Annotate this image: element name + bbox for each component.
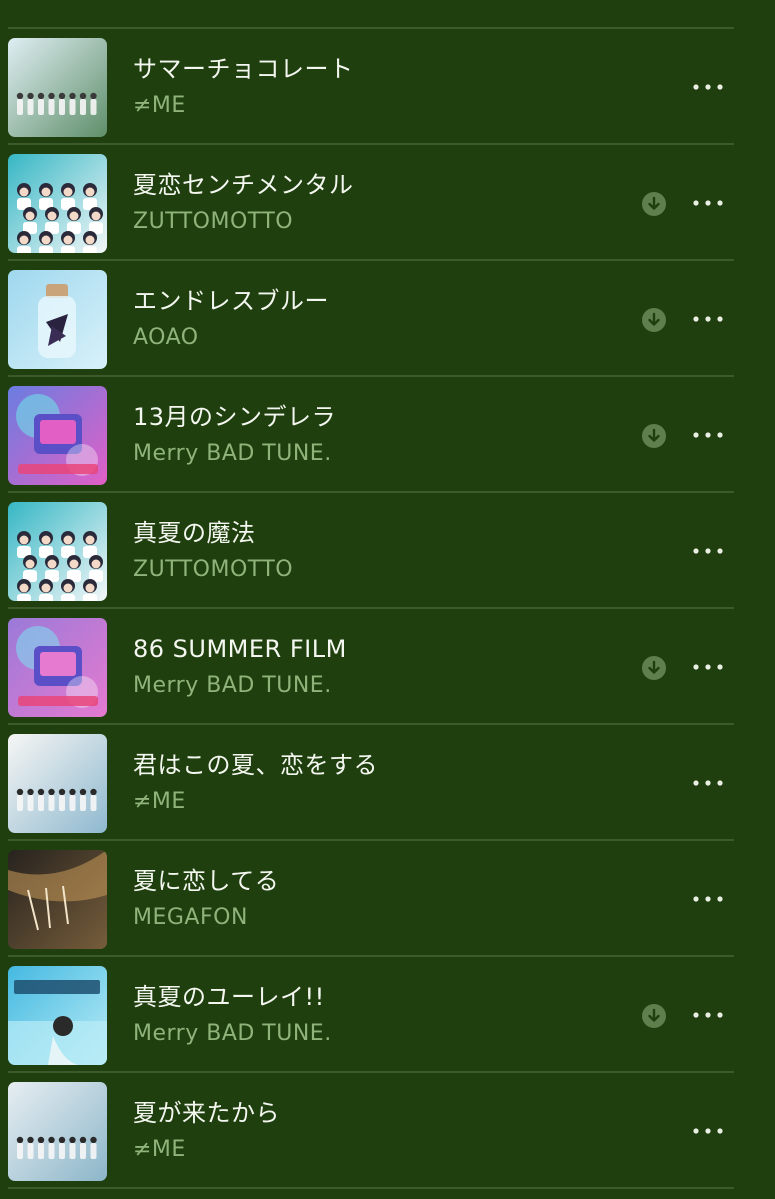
album-artwork — [8, 618, 107, 717]
track-row[interactable]: 真夏のユーレイ!! Merry BAD TUNE. — [0, 956, 775, 1073]
song-artist: Merry BAD TUNE. — [133, 673, 332, 698]
song-title: サマーチョコレート — [133, 55, 354, 83]
song-title: 夏恋センチメンタル — [133, 171, 354, 199]
song-artist: ≠ME — [133, 789, 186, 814]
track-row[interactable]: 13月のシンデレラ Merry BAD TUNE. — [0, 376, 775, 493]
ellipsis-icon[interactable] — [688, 884, 728, 914]
album-artwork-image — [8, 154, 107, 253]
ellipsis-icon[interactable] — [688, 652, 728, 682]
album-artwork — [8, 154, 107, 253]
ellipsis-icon[interactable] — [688, 536, 728, 566]
album-artwork-image — [8, 850, 107, 949]
arrow-down-circle-icon — [642, 656, 666, 680]
song-artist: Merry BAD TUNE. — [133, 1021, 332, 1046]
album-artwork-image — [8, 502, 107, 601]
ellipsis-icon[interactable] — [688, 768, 728, 798]
track-row[interactable]: 夏恋センチメンタル ZUTTOMOTTO — [0, 144, 775, 261]
ellipsis-icon[interactable] — [688, 1000, 728, 1030]
song-artist: ≠ME — [133, 93, 186, 118]
song-artist: ZUTTOMOTTO — [133, 209, 294, 234]
song-title: 13月のシンデレラ — [133, 403, 337, 431]
track-row[interactable]: 君はこの夏、恋をする ≠ME — [0, 724, 775, 841]
song-title: 君はこの夏、恋をする — [133, 751, 378, 779]
song-title: 真夏の魔法 — [133, 519, 256, 547]
track-row[interactable]: サマーチョコレート ≠ME — [0, 28, 775, 145]
album-artwork-image — [8, 38, 107, 137]
song-artist: Merry BAD TUNE. — [133, 441, 332, 466]
album-artwork — [8, 270, 107, 369]
track-list: サマーチョコレート ≠ME 夏恋センチメンタル ZUTTOMOTTO エンドレスブルー A… — [0, 0, 775, 1199]
track-row[interactable]: エンドレスブルー AOAO — [0, 260, 775, 377]
arrow-down-circle-icon — [642, 308, 666, 332]
divider — [8, 1187, 734, 1189]
album-artwork-image — [8, 386, 107, 485]
track-row[interactable]: 86 SUMMER FILM Merry BAD TUNE. — [0, 608, 775, 725]
song-artist: MEGAFON — [133, 905, 248, 930]
album-artwork — [8, 38, 107, 137]
album-artwork — [8, 1082, 107, 1181]
album-artwork — [8, 502, 107, 601]
ellipsis-icon[interactable] — [688, 1116, 728, 1146]
track-row[interactable]: 夏に恋してる MEGAFON — [0, 840, 775, 957]
ellipsis-icon[interactable] — [688, 304, 728, 334]
ellipsis-icon[interactable] — [688, 72, 728, 102]
ellipsis-icon[interactable] — [688, 188, 728, 218]
album-artwork-image — [8, 966, 107, 1065]
song-title: 夏に恋してる — [133, 867, 280, 895]
song-title: 86 SUMMER FILM — [133, 635, 347, 663]
song-title: エンドレスブルー — [133, 287, 329, 315]
album-artwork — [8, 850, 107, 949]
song-artist: AOAO — [133, 325, 199, 350]
album-artwork — [8, 386, 107, 485]
album-artwork-image — [8, 1082, 107, 1181]
album-artwork — [8, 734, 107, 833]
album-artwork — [8, 966, 107, 1065]
ellipsis-icon[interactable] — [688, 420, 728, 450]
album-artwork-image — [8, 734, 107, 833]
arrow-down-circle-icon — [642, 192, 666, 216]
song-artist: ≠ME — [133, 1137, 186, 1162]
track-row[interactable]: 夏が来たから ≠ME — [0, 1072, 775, 1189]
song-title: 夏が来たから — [133, 1099, 280, 1127]
song-artist: ZUTTOMOTTO — [133, 557, 294, 582]
arrow-down-circle-icon — [642, 1004, 666, 1028]
album-artwork-image — [8, 270, 107, 369]
song-title: 真夏のユーレイ!! — [133, 983, 325, 1011]
arrow-down-circle-icon — [642, 424, 666, 448]
album-artwork-image — [8, 618, 107, 717]
track-row[interactable]: 真夏の魔法 ZUTTOMOTTO — [0, 492, 775, 609]
